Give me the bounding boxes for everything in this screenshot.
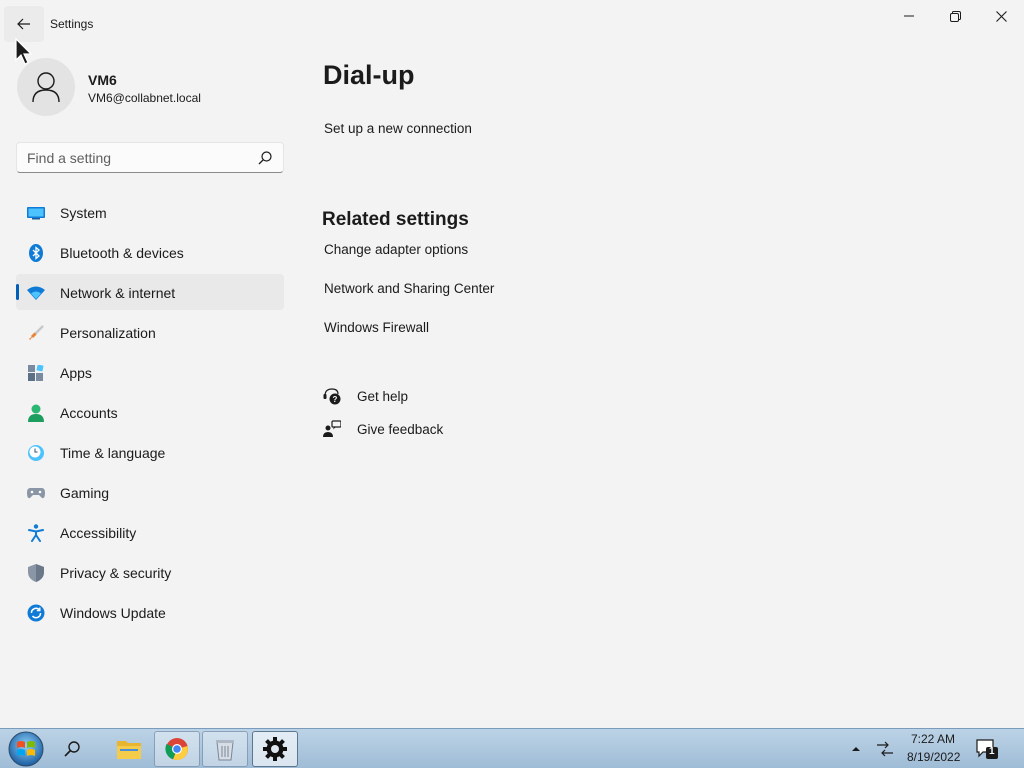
get-help-link[interactable]: ? Get help [323, 386, 408, 406]
bluetooth-icon [27, 244, 45, 262]
search-icon[interactable] [257, 150, 273, 166]
back-button[interactable] [4, 6, 44, 42]
accessibility-icon [27, 524, 45, 542]
sidebar-item-label: Bluetooth & devices [60, 245, 184, 261]
arrow-left-icon [17, 18, 30, 30]
sidebar-item-label: Windows Update [60, 605, 166, 621]
sidebar-nav: System Bluetooth & devices Network & int… [16, 194, 284, 634]
update-icon [27, 604, 45, 622]
sidebar-item-time-language[interactable]: Time & language [16, 434, 284, 470]
minimize-button[interactable] [886, 0, 932, 32]
sidebar-item-label: System [60, 205, 107, 221]
sidebar-item-label: Gaming [60, 485, 110, 501]
file-explorer-icon [117, 741, 141, 759]
sidebar-item-label: Personalization [60, 325, 156, 341]
give-feedback-link[interactable]: Give feedback [323, 419, 443, 439]
change-adapter-options-link[interactable]: Change adapter options [324, 242, 468, 257]
maximize-button[interactable] [932, 0, 978, 32]
chrome-icon [165, 738, 188, 761]
page-title: Dial-up [323, 60, 415, 90]
sidebar-item-label: Accounts [60, 405, 118, 421]
sidebar-item-bluetooth[interactable]: Bluetooth & devices [16, 234, 284, 270]
brush-icon [27, 324, 45, 342]
taskbar-recycle-bin[interactable] [202, 731, 248, 767]
network-sharing-center-link[interactable]: Network and Sharing Center [324, 281, 494, 296]
show-hidden-icons-icon[interactable] [849, 742, 863, 756]
apps-icon [27, 364, 45, 382]
taskbar-search-button[interactable] [56, 733, 88, 765]
clock-time[interactable]: 7:22 AM [911, 732, 955, 746]
clock-globe-icon [27, 444, 45, 462]
get-help-label: Get help [357, 388, 409, 404]
gamepad-icon [27, 484, 45, 502]
window-title: Settings [50, 17, 94, 31]
wifi-icon [27, 284, 45, 302]
close-icon [995, 10, 1007, 22]
taskbar-file-explorer[interactable] [106, 731, 152, 767]
network-tray-icon[interactable] [875, 739, 895, 759]
start-button[interactable] [6, 730, 46, 768]
sidebar-item-label: Apps [60, 365, 92, 381]
sidebar-item-apps[interactable]: Apps [16, 354, 284, 390]
minimize-icon [904, 15, 914, 17]
accounts-icon [27, 404, 45, 422]
help-icon: ? [323, 388, 341, 405]
sidebar-item-privacy[interactable]: Privacy & security [16, 554, 284, 590]
feedback-icon [323, 420, 341, 437]
windows-logo-icon [8, 731, 44, 767]
close-button[interactable] [978, 0, 1024, 32]
search-input[interactable] [17, 143, 247, 172]
sidebar-item-accounts[interactable]: Accounts [16, 394, 284, 430]
sidebar-item-label: Network & internet [60, 285, 176, 301]
taskbar: 7:22 AM 8/19/2022 1 [0, 728, 1024, 768]
sidebar-item-label: Accessibility [60, 525, 137, 541]
avatar[interactable] [17, 58, 75, 116]
action-center-button[interactable]: 1 [976, 739, 998, 759]
give-feedback-label: Give feedback [357, 421, 444, 437]
svg-text:?: ? [333, 395, 338, 404]
shield-icon [27, 564, 45, 582]
search-box [16, 142, 284, 173]
taskbar-chrome[interactable] [154, 731, 200, 767]
restore-icon [949, 10, 961, 22]
user-icon [32, 72, 60, 103]
system-icon [27, 204, 45, 222]
user-name: VM6 [88, 72, 117, 88]
sidebar-item-accessibility[interactable]: Accessibility [16, 514, 284, 550]
clock-date[interactable]: 8/19/2022 [907, 750, 960, 764]
recycle-bin-icon [216, 740, 234, 761]
title-bar: Settings [0, 0, 1024, 48]
sidebar-item-system[interactable]: System [16, 194, 284, 230]
settings-gear-icon [263, 737, 287, 761]
search-icon [64, 741, 80, 757]
sidebar-item-label: Privacy & security [60, 565, 172, 581]
sidebar-item-personalization[interactable]: Personalization [16, 314, 284, 350]
notification-count: 1 [989, 746, 995, 757]
sidebar-item-gaming[interactable]: Gaming [16, 474, 284, 510]
windows-firewall-link[interactable]: Windows Firewall [324, 320, 429, 335]
taskbar-settings[interactable] [252, 731, 298, 767]
sidebar-item-network[interactable]: Network & internet [16, 274, 284, 310]
sidebar-item-windows-update[interactable]: Windows Update [16, 594, 284, 630]
sidebar-item-label: Time & language [60, 445, 166, 461]
related-settings-heading: Related settings [322, 209, 469, 230]
user-email: VM6@collabnet.local [88, 91, 201, 105]
setup-new-connection-link[interactable]: Set up a new connection [324, 121, 472, 136]
